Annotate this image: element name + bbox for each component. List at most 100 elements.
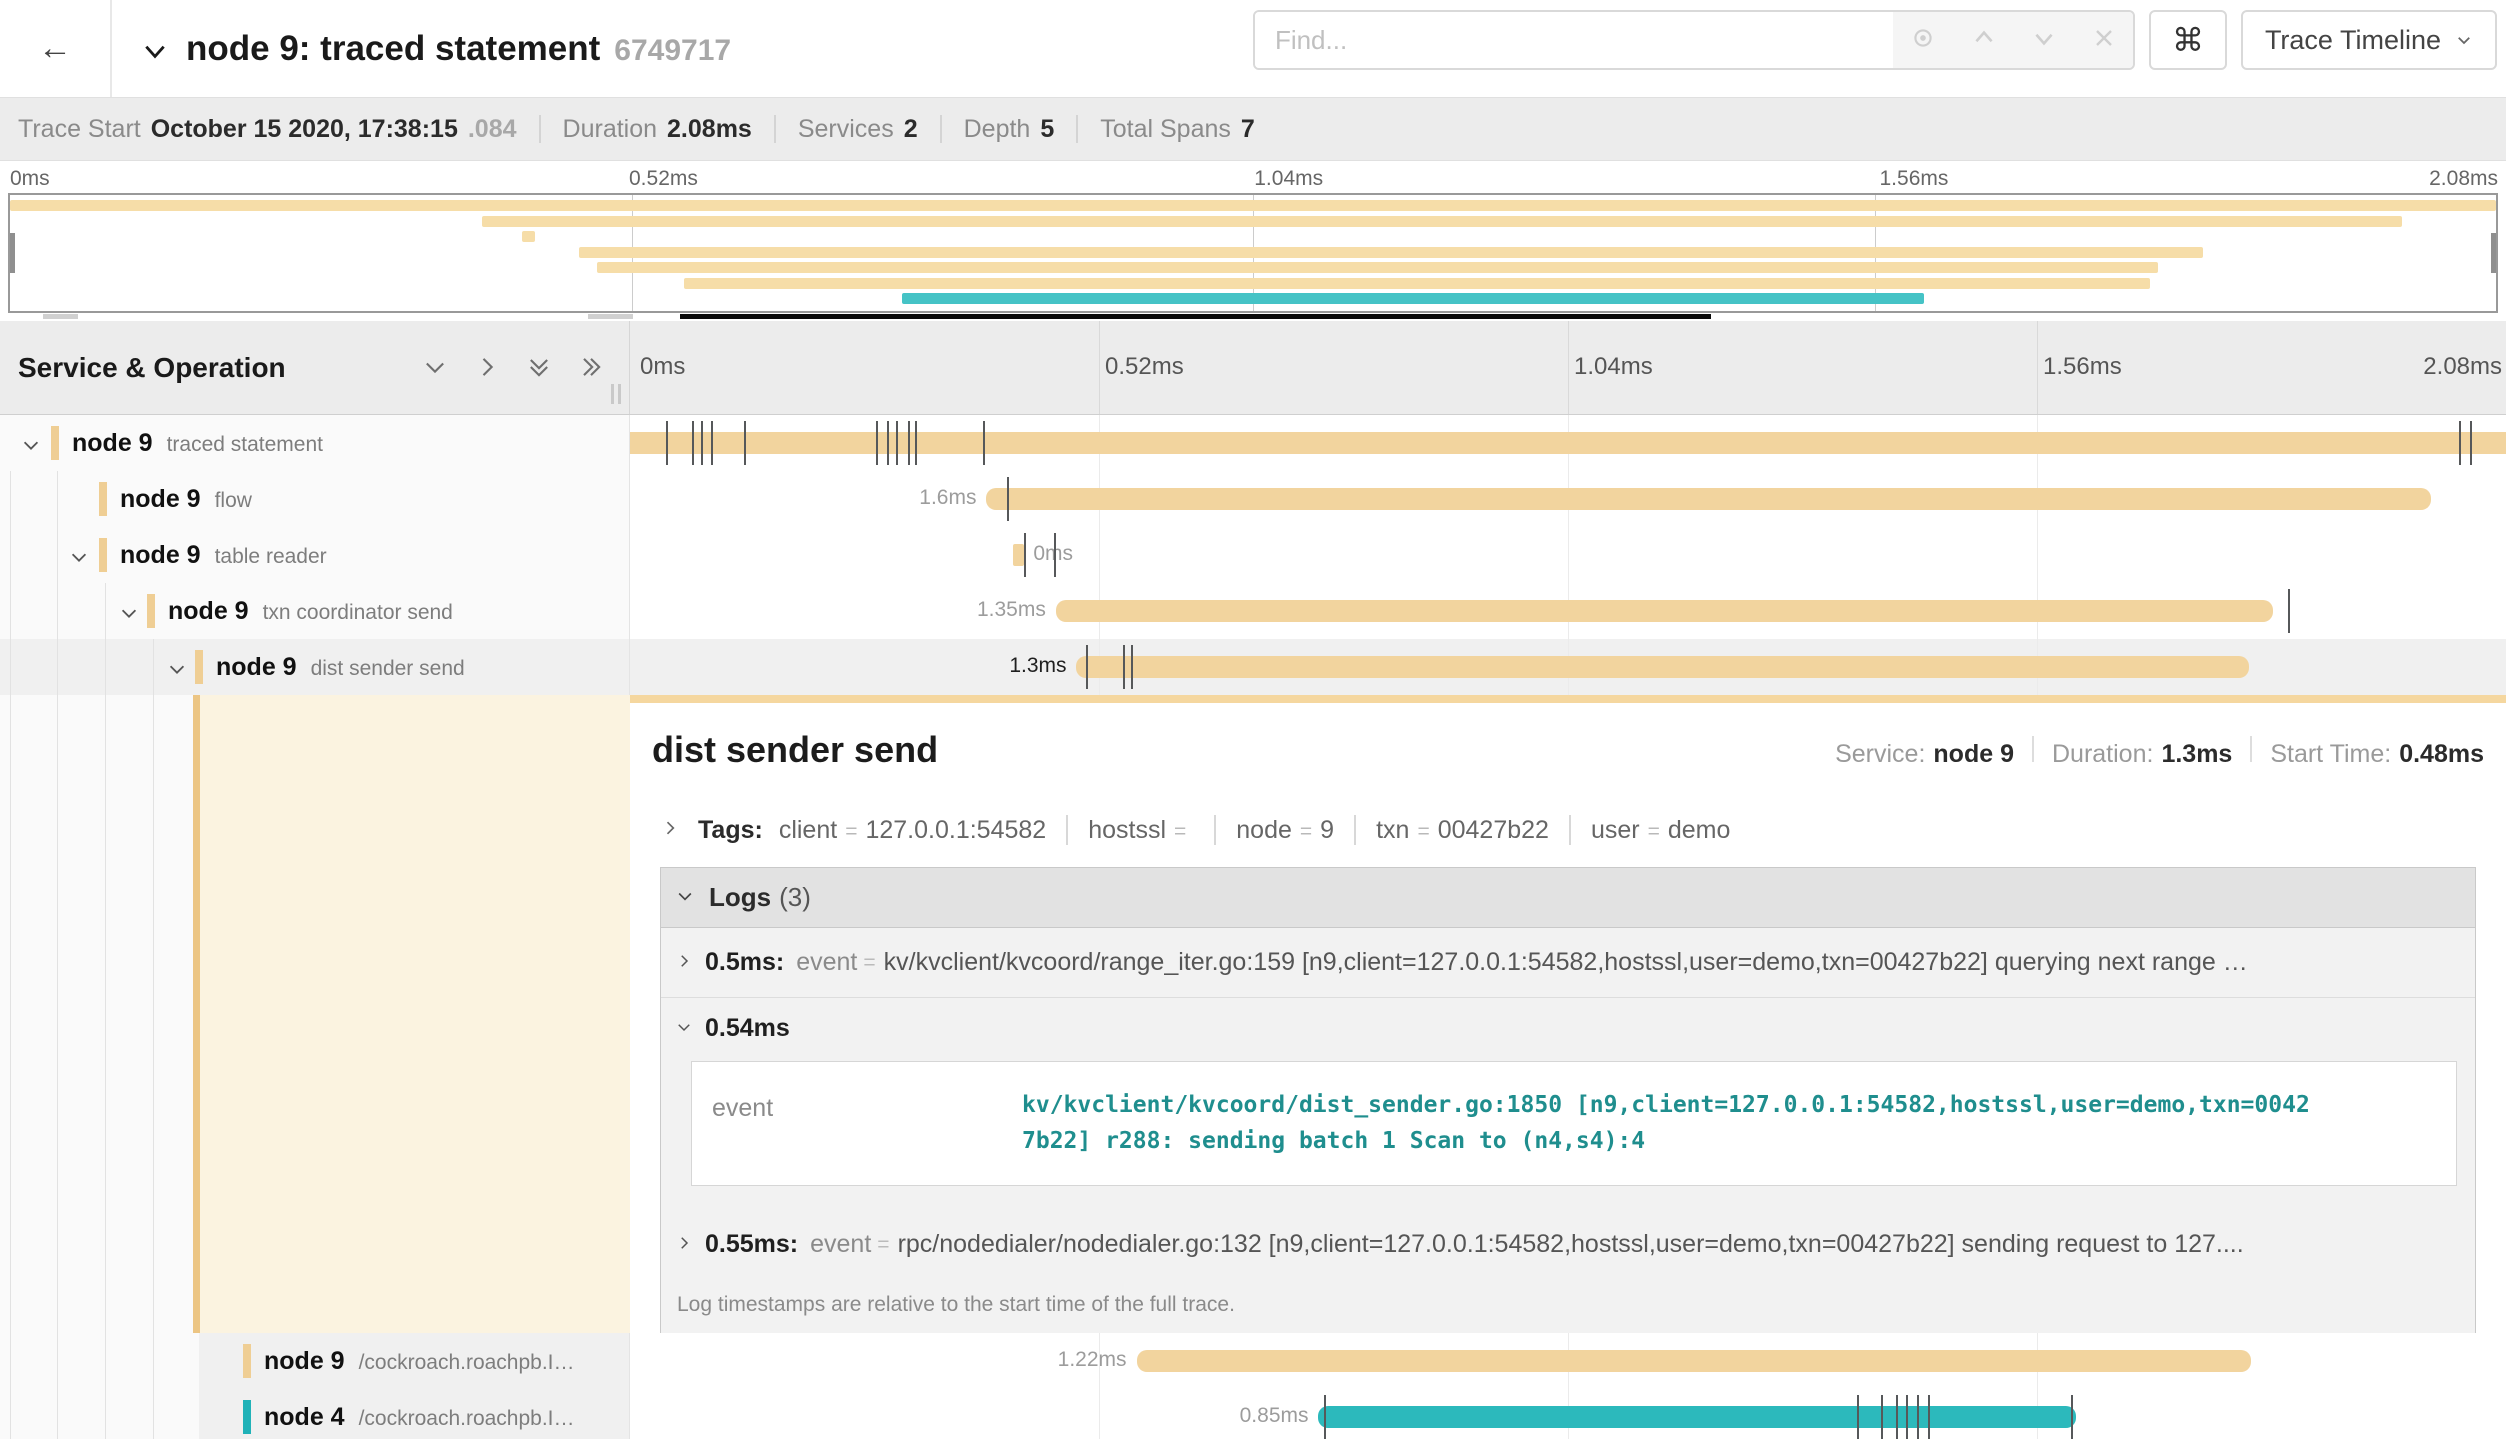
indent-guide [10, 1333, 11, 1389]
span-track[interactable]: 1.6ms [630, 471, 2506, 527]
indent-guide [57, 1333, 58, 1389]
trace-start-fraction: .084 [468, 115, 517, 144]
column-resizer-handle[interactable] [611, 384, 621, 404]
log-entry-header[interactable]: 0.54ms [675, 1014, 2461, 1043]
log-marker [711, 421, 713, 465]
axis-tick-line [1099, 321, 1100, 414]
service-operation-title: Service & Operation [18, 352, 286, 384]
tags-label: Tags: [698, 816, 763, 845]
span-duration-bar[interactable] [1137, 1350, 2251, 1372]
top-bar: ← node 9: traced statement 6749717 [0, 0, 2506, 97]
span-row[interactable]: node 9flow 1.6ms [0, 471, 2506, 527]
clear-search-icon[interactable] [2092, 26, 2116, 55]
back-button[interactable]: ← [0, 0, 112, 97]
trace-view-selector[interactable]: Trace Timeline [2241, 10, 2497, 70]
span-duration-bar[interactable] [986, 488, 2431, 510]
tag-value: 9 [1320, 816, 1334, 845]
equals-sign: = [863, 951, 875, 975]
span-name-cell[interactable]: node 9traced statement [0, 415, 630, 471]
log-marker [915, 421, 917, 465]
chevron-right-icon[interactable] [675, 948, 693, 977]
log-marker [1928, 1395, 1930, 1439]
log-entry[interactable]: 0.5ms: event = kv/kvclient/kvcoord/range… [661, 928, 2475, 997]
log-marker [2071, 1395, 2073, 1439]
span-row[interactable]: node 9table reader 0ms [0, 527, 2506, 583]
collapse-one-icon[interactable] [420, 353, 450, 383]
span-duration-bar[interactable] [1076, 656, 2249, 678]
chevron-down-icon[interactable] [142, 38, 168, 69]
indent-guide [57, 527, 58, 583]
tag-item: node=9 [1236, 816, 1334, 845]
expand-all-icon[interactable] [576, 353, 606, 383]
span-duration-label: 1.35ms [977, 598, 1046, 622]
logs-header[interactable]: Logs (3) [661, 868, 2475, 928]
span-name-cell[interactable]: node 4/cockroach.roachpb.I… [0, 1389, 630, 1439]
minimap-span-bar [522, 231, 534, 242]
chevron-down-icon[interactable] [118, 602, 140, 629]
span-row[interactable]: node 9txn coordinator send 1.35ms [0, 583, 2506, 639]
span-name-cell[interactable]: node 9dist sender send [0, 639, 630, 695]
chevron-right-icon[interactable] [660, 816, 680, 845]
span-duration-bar[interactable] [1013, 544, 1024, 566]
span-row[interactable]: node 9/cockroach.roachpb.I… 1.22ms [0, 1333, 2506, 1389]
chevron-down-icon[interactable] [675, 1014, 693, 1043]
service-color-bar [147, 594, 155, 628]
minimap-left-handle[interactable] [10, 233, 15, 273]
collapse-all-icon[interactable] [524, 353, 554, 383]
span-name-cell[interactable]: node 9/cockroach.roachpb.I… [0, 1333, 630, 1389]
equals-sign: = [845, 820, 857, 844]
scroll-thumb[interactable] [680, 314, 1711, 319]
span-track[interactable]: 1.3ms [630, 639, 2506, 695]
log-marker [701, 421, 703, 465]
chevron-down-icon[interactable] [20, 434, 42, 461]
tags-row[interactable]: Tags: client=127.0.0.1:54582 hostssl= no… [630, 795, 2506, 859]
indent-guide [57, 471, 58, 527]
detail-span-color-bar [193, 695, 200, 1333]
log-marker [896, 421, 898, 465]
log-marker [876, 421, 878, 465]
tag-value: 00427b22 [1438, 816, 1549, 845]
chevron-down-icon[interactable] [166, 658, 188, 685]
command-icon: ⌘ [2172, 21, 2204, 59]
span-track[interactable]: 0ms [630, 527, 2506, 583]
logs-section: Logs (3) 0.5ms: event = kv/kvclient/kvco… [660, 867, 2476, 1333]
span-track[interactable]: 0.85ms [630, 1389, 2506, 1439]
span-duration-bar[interactable] [1056, 600, 2274, 622]
log-timestamp: 0.54ms [705, 1014, 790, 1043]
divider [940, 115, 942, 143]
chevron-right-icon[interactable] [675, 1230, 693, 1259]
timeline-axis-header: 0ms 0.52ms 1.04ms 1.56ms 2.08ms [630, 321, 2506, 414]
chevron-down-icon[interactable] [68, 546, 90, 573]
next-result-icon[interactable] [2031, 25, 2057, 56]
span-name-cell[interactable]: node 9txn coordinator send [0, 583, 630, 639]
logs-label: Logs [709, 882, 771, 913]
indent-guide [10, 639, 11, 695]
minimap-right-handle[interactable] [2491, 233, 2496, 273]
chevron-down-icon[interactable] [675, 882, 695, 913]
service-color-bar [243, 1344, 251, 1378]
span-row-selected[interactable]: node 9dist sender send 1.3ms [0, 639, 2506, 695]
log-entry[interactable]: 0.55ms: event = rpc/nodedialer/nodediale… [661, 1210, 2475, 1279]
axis-tick-label: 1.56ms [1880, 167, 1949, 191]
span-duration-bar[interactable] [1318, 1406, 2076, 1428]
indent-guide [10, 1389, 11, 1439]
span-track[interactable]: 1.22ms [630, 1333, 2506, 1389]
divider [539, 115, 541, 143]
indent-guide [153, 1389, 154, 1439]
span-name-cell[interactable]: node 9flow [0, 471, 630, 527]
span-track[interactable]: 1.35ms [630, 583, 2506, 639]
span-duration-bar[interactable] [630, 432, 2506, 454]
prev-result-icon[interactable] [1971, 25, 1997, 56]
keyboard-shortcuts-button[interactable]: ⌘ [2149, 10, 2227, 70]
axis-tick-label: 0.52ms [629, 167, 698, 191]
span-name-cell[interactable]: node 9table reader [0, 527, 630, 583]
span-track[interactable] [630, 415, 2506, 471]
span-row[interactable]: node 4/cockroach.roachpb.I… 0.85ms [0, 1389, 2506, 1439]
find-input[interactable] [1255, 12, 1893, 68]
span-row[interactable]: node 9traced statement [0, 415, 2506, 471]
locate-icon[interactable] [1910, 25, 1936, 56]
minimap-canvas[interactable] [8, 193, 2498, 313]
logs-count: (3) [779, 882, 811, 913]
expand-one-icon[interactable] [472, 353, 502, 383]
total-spans-label: Total Spans [1100, 115, 1231, 144]
